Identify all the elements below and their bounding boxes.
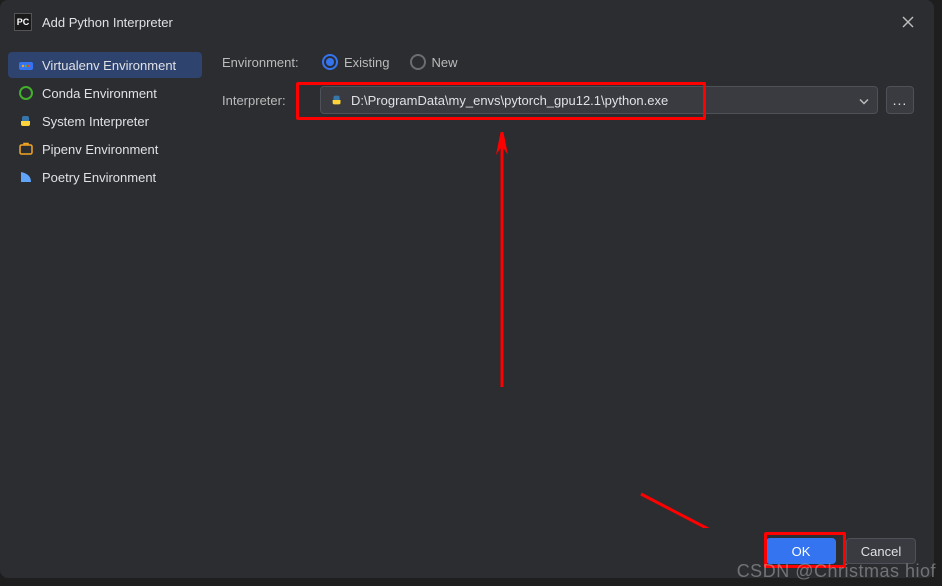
environment-label: Environment:	[222, 55, 312, 70]
close-button[interactable]	[896, 10, 920, 34]
interpreter-label: Interpreter:	[222, 93, 312, 108]
radio-new[interactable]: New	[410, 54, 458, 70]
annotation-arrow-up	[487, 132, 517, 392]
pipenv-icon	[18, 141, 34, 157]
add-interpreter-dialog: PC Add Python Interpreter Virtualenv Env…	[0, 0, 934, 578]
sidebar-item-label: Poetry Environment	[42, 170, 156, 185]
ok-button[interactable]: OK	[766, 538, 836, 564]
venv-icon	[18, 57, 34, 73]
close-icon	[902, 16, 914, 28]
sidebar-item-poetry[interactable]: Poetry Environment	[8, 164, 202, 190]
interpreter-path-text: D:\ProgramData\my_envs\pytorch_gpu12.1\p…	[351, 93, 668, 108]
radio-existing[interactable]: Existing	[322, 54, 390, 70]
titlebar: PC Add Python Interpreter	[0, 0, 934, 44]
interpreter-row: Interpreter: D:\ProgramData\my_envs\pyto…	[222, 86, 914, 114]
conda-icon	[18, 85, 34, 101]
radio-existing-label: Existing	[344, 55, 390, 70]
annotation-arrow-diagonal	[636, 489, 776, 528]
sidebar-item-label: System Interpreter	[42, 114, 149, 129]
browse-button[interactable]: ...	[886, 86, 914, 114]
radio-checked-icon	[322, 54, 338, 70]
environment-radio-group: Existing New	[322, 54, 458, 70]
sidebar-item-virtualenv[interactable]: Virtualenv Environment	[8, 52, 202, 78]
app-icon: PC	[14, 13, 32, 31]
cancel-button[interactable]: Cancel	[846, 538, 916, 564]
poetry-icon	[18, 169, 34, 185]
dialog-footer: OK Cancel	[0, 528, 934, 578]
sidebar-item-system[interactable]: System Interpreter	[8, 108, 202, 134]
interpreter-dropdown[interactable]: D:\ProgramData\my_envs\pytorch_gpu12.1\p…	[320, 86, 878, 114]
sidebar: Virtualenv Environment Conda Environment…	[0, 44, 210, 528]
radio-new-label: New	[432, 55, 458, 70]
sidebar-item-label: Virtualenv Environment	[42, 58, 176, 73]
radio-unchecked-icon	[410, 54, 426, 70]
main-panel: Environment: Existing New Interpreter:	[210, 44, 934, 528]
sidebar-item-conda[interactable]: Conda Environment	[8, 80, 202, 106]
chevron-down-icon	[859, 93, 869, 108]
python-icon	[329, 92, 345, 108]
sidebar-item-pipenv[interactable]: Pipenv Environment	[8, 136, 202, 162]
python-icon	[18, 113, 34, 129]
dialog-title: Add Python Interpreter	[42, 15, 173, 30]
environment-row: Environment: Existing New	[222, 54, 914, 70]
sidebar-item-label: Pipenv Environment	[42, 142, 158, 157]
sidebar-item-label: Conda Environment	[42, 86, 157, 101]
dialog-body: Virtualenv Environment Conda Environment…	[0, 44, 934, 528]
